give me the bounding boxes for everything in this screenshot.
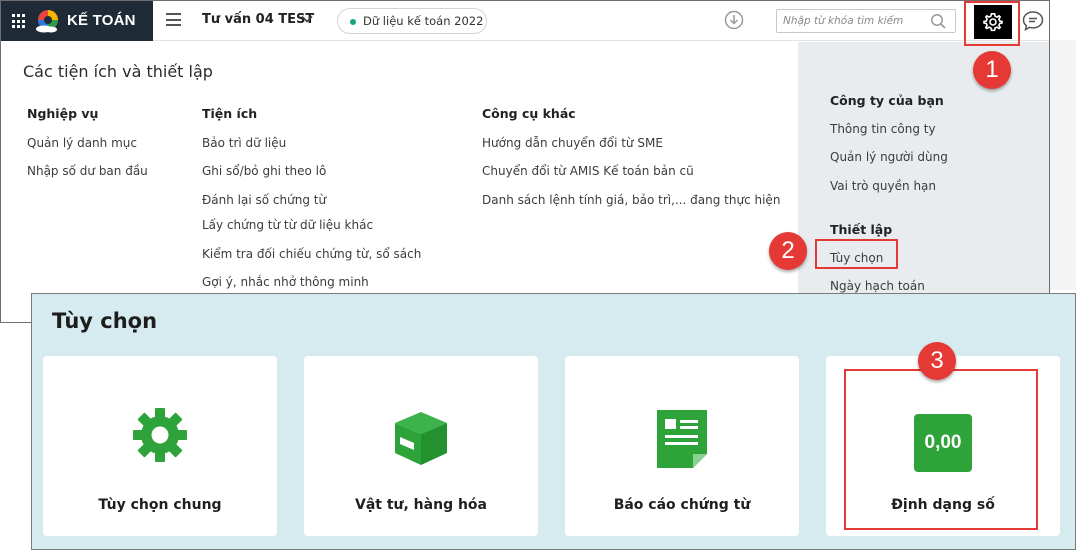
app-window: KẾ TOÁN Tư vấn 04 TEST Dữ liệu kế toán 2… [0,0,1050,323]
link-danh-lai-so[interactable]: Đánh lại số chứng từ [202,193,326,207]
chat-icon[interactable] [1021,9,1045,33]
menu-icon[interactable] [166,13,181,26]
gear-icon [133,408,187,462]
card-label-general: Tùy chọn chung [98,497,222,513]
column-heading-cong-cu-khac: Công cụ khác [482,106,576,121]
highlight-box-settings [964,1,1020,46]
apps-grid-icon[interactable] [12,14,27,29]
brand-name: KẾ TOÁN [67,12,136,29]
link-quan-ly-danh-muc[interactable]: Quản lý danh mục [27,136,137,150]
top-bar: KẾ TOÁN Tư vấn 04 TEST Dữ liệu kế toán 2… [1,1,1049,41]
highlight-box-tuy-chon [815,239,898,269]
company-heading: Công ty của bạn [830,93,944,108]
utilities-title: Các tiện ích và thiết lập [23,62,213,81]
options-panel: Tùy chọn Tùy chọn chung Vật tư, hàng hóa… [31,293,1076,550]
settings-heading: Thiết lập [830,222,893,237]
step-marker-2: 2 [769,232,807,270]
card-label-report: Báo cáo chứng từ [613,497,751,513]
link-lay-chung-tu[interactable]: Lấy chứng từ từ dữ liệu khác [202,218,373,232]
company-selector[interactable]: Tư vấn 04 TEST [202,12,314,27]
link-nhap-so-du[interactable]: Nhập số dư ban đầu [27,164,148,178]
status-dot-icon [350,19,356,25]
highlight-box-dinh-dang-so [844,369,1038,530]
card-label-inventory: Vật tư, hàng hóa [354,497,487,513]
options-title: Tùy chọn [52,309,158,333]
chevron-down-icon[interactable] [300,12,314,26]
link-chuyen-doi-amis[interactable]: Chuyển đổi từ AMIS Kế toán bản cũ [482,164,694,178]
link-goi-y[interactable]: Gợi ý, nhắc nhở thông minh [202,275,369,289]
link-thong-tin-cong-ty[interactable]: Thông tin công ty [830,122,936,136]
link-ghi-so[interactable]: Ghi sổ/bỏ ghi theo lô [202,164,326,178]
screenshot-stage: KẾ TOÁN Tư vấn 04 TEST Dữ liệu kế toán 2… [0,0,1076,550]
brand-area: KẾ TOÁN [1,1,153,41]
link-danh-sach-lenh[interactable]: Danh sách lệnh tính giá, bảo trì,... đan… [482,193,780,207]
link-vai-tro-quyen-han[interactable]: Vai trò quyền hạn [830,179,936,193]
data-year-pill[interactable]: Dữ liệu kế toán 2022 [337,8,487,34]
link-quan-ly-nguoi-dung[interactable]: Quản lý người dùng [830,150,948,164]
link-huong-dan-sme[interactable]: Hướng dẫn chuyển đổi từ SME [482,136,663,150]
search-input[interactable] [783,13,923,29]
card-general-options[interactable]: Tùy chọn chung [43,356,277,536]
card-inventory[interactable]: Vật tư, hàng hóa [304,356,538,536]
background-edge [1050,40,1076,290]
search-icon[interactable] [930,13,947,30]
download-icon[interactable] [724,10,744,30]
step-marker-3: 3 [918,342,956,380]
link-ngay-hach-toan[interactable]: Ngày hạch toán [830,279,925,293]
column-heading-tien-ich: Tiện ích [202,106,258,121]
card-report-documents[interactable]: Báo cáo chứng từ [565,356,799,536]
settings-side-panel: Công ty của bạn Thông tin công ty Quản l… [798,42,1049,322]
logo-icon [36,10,58,33]
column-heading-nghiep-vu: Nghiệp vụ [27,106,99,121]
package-icon [395,412,447,465]
search-box[interactable] [776,9,956,33]
step-marker-1: 1 [973,51,1011,89]
data-year-label: Dữ liệu kế toán 2022 [363,14,484,28]
link-kiem-tra-doi-chieu[interactable]: Kiểm tra đối chiếu chứng từ, sổ sách [202,247,421,261]
link-bao-tri[interactable]: Bảo trì dữ liệu [202,136,286,150]
document-icon [657,410,707,468]
